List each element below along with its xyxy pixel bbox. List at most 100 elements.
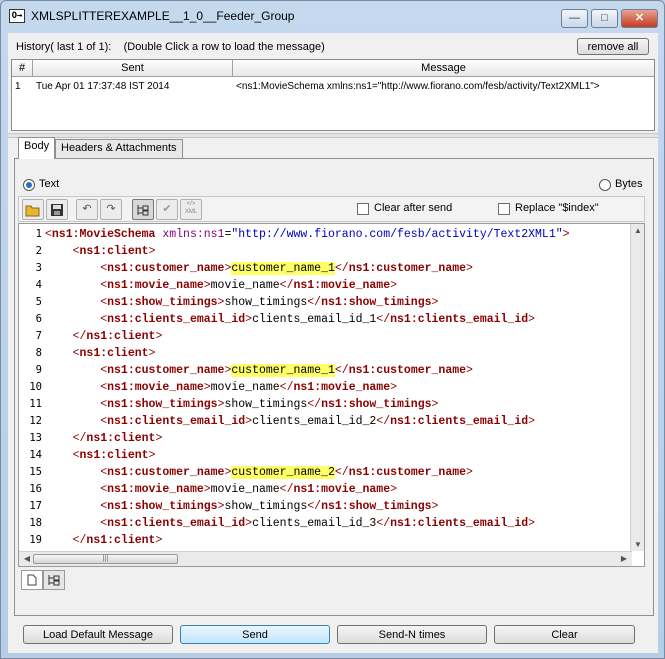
- open-folder-icon[interactable]: [22, 199, 44, 220]
- history-label: History( last 1 of 1): (Double Click a r…: [16, 41, 325, 53]
- code-token: clients_email_id_1: [252, 313, 377, 326]
- line-number: 8: [35, 347, 42, 359]
- scroll-down-arrow-icon[interactable]: ▼: [631, 540, 644, 549]
- code-token: >: [390, 279, 398, 292]
- code-token: customer_name_1: [231, 262, 335, 275]
- code-token: ns1:show_timings: [107, 500, 218, 513]
- code-token: ns1:customer_name: [107, 262, 225, 275]
- redo-icon[interactable]: ↷: [100, 199, 122, 220]
- tab-headers-attachments[interactable]: Headers & Attachments: [55, 139, 183, 158]
- line-number: 9: [35, 364, 42, 376]
- code-line: <ns1:movie_name>movie_name</ns1:movie_na…: [45, 277, 397, 294]
- split-pane-divider[interactable]: [8, 133, 658, 138]
- code-token: >: [466, 364, 473, 377]
- replace-index-label: Replace "$index": [515, 202, 599, 214]
- row-sent: Tue Apr 01 17:37:48 IST 2014: [36, 81, 170, 92]
- tree-view-icon[interactable]: [132, 199, 154, 220]
- history-table-header: # Sent Message: [12, 60, 654, 77]
- code-token: ns1:movie_name: [107, 279, 204, 292]
- column-header-message[interactable]: Message: [233, 60, 654, 76]
- code-token: ns1:movie_name: [107, 381, 204, 394]
- line-number: 14: [29, 449, 42, 461]
- close-button[interactable]: ✕: [621, 9, 658, 28]
- maximize-button[interactable]: □: [591, 9, 618, 28]
- code-line: <ns1:customer_name>customer_name_1</ns1:…: [45, 362, 473, 379]
- load-default-message-button[interactable]: Load Default Message: [23, 625, 173, 644]
- line-number: 10: [29, 381, 42, 393]
- code-token: ns1:customer_name: [348, 364, 467, 377]
- replace-index-checkbox[interactable]: [498, 203, 510, 215]
- clear-button[interactable]: Clear: [494, 625, 635, 644]
- line-number: 13: [29, 432, 42, 444]
- code-token: ns1:clients_email_id: [107, 415, 246, 428]
- code-token: ns1:client: [86, 432, 156, 445]
- code-token: >: [466, 262, 473, 275]
- undo-icon[interactable]: ↶: [76, 199, 98, 220]
- column-header-sent[interactable]: Sent: [33, 60, 233, 76]
- horizontal-scroll-thumb[interactable]: |||: [33, 554, 178, 564]
- code-token: </: [376, 415, 391, 428]
- code-token: </: [334, 262, 349, 275]
- code-token: ns1:show_timings: [321, 296, 432, 309]
- code-line: <ns1:clients_email_id>clients_email_id_2…: [45, 413, 535, 430]
- bytes-radio[interactable]: [599, 179, 611, 191]
- scroll-right-arrow-icon[interactable]: ▶: [617, 554, 631, 563]
- clear-after-send-checkbox[interactable]: [357, 203, 369, 215]
- xml-format-icon[interactable]: </> XML: [180, 199, 202, 220]
- code-token: movie_name: [210, 381, 280, 394]
- tab-body[interactable]: Body: [18, 137, 56, 159]
- send-n-times-button[interactable]: Send-N times: [337, 625, 487, 644]
- vertical-scrollbar[interactable]: ▲ ▼: [630, 224, 644, 551]
- xml-editor[interactable]: 1234567891011121314151617181920 <ns1:Mov…: [18, 223, 645, 567]
- code-line: </ns1:client>: [45, 532, 163, 549]
- code-token: >: [390, 381, 398, 394]
- code-token: ns1:movie_name: [107, 483, 204, 496]
- line-number-gutter: 1234567891011121314151617181920: [19, 224, 43, 563]
- horizontal-scrollbar[interactable]: ◀ ||| ▶: [19, 551, 632, 566]
- remove-all-button[interactable]: remove all: [577, 38, 649, 55]
- minimize-button[interactable]: —: [561, 9, 588, 28]
- line-number: 2: [35, 245, 42, 257]
- column-header-num[interactable]: #: [12, 60, 33, 76]
- code-token: ns1:show_timings: [107, 296, 218, 309]
- history-table: # Sent Message 1 Tue Apr 01 17:37:48 IST…: [11, 59, 655, 131]
- app-logo-icon: O→: [9, 9, 25, 23]
- tree-view-tab-icon[interactable]: [43, 570, 65, 590]
- code-token: ns1:customer_name: [107, 364, 225, 377]
- clear-after-send-label: Clear after send: [374, 202, 453, 214]
- title-bar[interactable]: O→ XMLSPLITTEREXAMPLE__1_0__Feeder_Group…: [1, 1, 664, 31]
- code-token: ns1:client: [79, 245, 149, 258]
- code-token: ns1:client: [86, 534, 156, 547]
- code-token: >: [155, 330, 163, 343]
- row-num: 1: [15, 81, 21, 92]
- validate-icon[interactable]: ✔: [156, 199, 178, 220]
- line-number: 12: [29, 415, 42, 427]
- code-line: <ns1:clients_email_id>clients_email_id_1…: [45, 311, 535, 328]
- code-token: <: [72, 347, 80, 360]
- code-token: </: [307, 500, 322, 513]
- code-token: show_timings: [224, 500, 308, 513]
- table-row[interactable]: 1 Tue Apr 01 17:37:48 IST 2014 <ns1:Movi…: [12, 79, 654, 95]
- code-token: ns1:show_timings: [107, 398, 218, 411]
- line-number: 15: [29, 466, 42, 478]
- code-token: ns1:clients_email_id: [390, 313, 529, 326]
- text-radio-label: Text: [39, 178, 60, 190]
- send-button[interactable]: Send: [180, 625, 330, 644]
- code-token: ns1:client: [79, 449, 149, 462]
- scroll-up-arrow-icon[interactable]: ▲: [631, 226, 644, 235]
- code-line: <ns1:client>: [45, 243, 156, 260]
- text-view-icon[interactable]: [21, 570, 43, 590]
- code-token: ns1:clients_email_id: [107, 517, 246, 530]
- save-icon[interactable]: [46, 199, 68, 220]
- code-token: </: [376, 313, 391, 326]
- scroll-left-arrow-icon[interactable]: ◀: [20, 554, 34, 563]
- text-radio[interactable]: [23, 179, 35, 191]
